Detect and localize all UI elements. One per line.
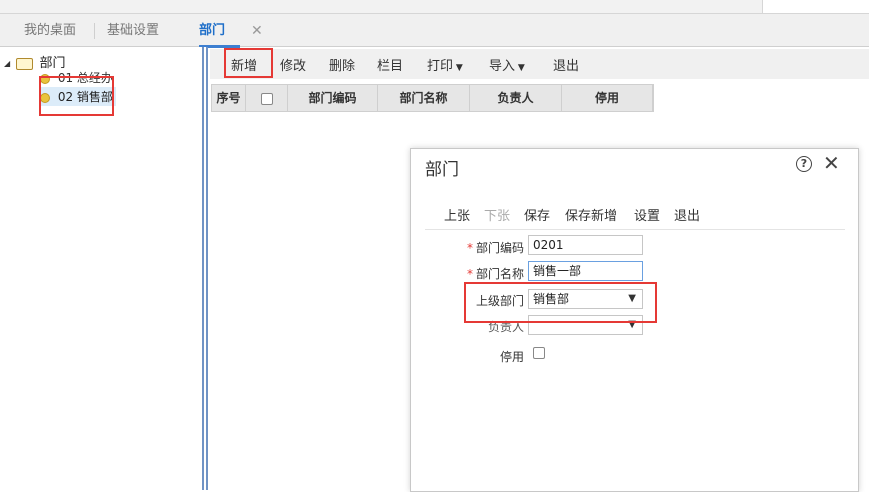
- prev-record-button[interactable]: 上张: [444, 205, 470, 224]
- dialog-divider: [425, 229, 845, 230]
- tab-desktop[interactable]: 我的桌面: [24, 14, 76, 46]
- disabled-checkbox[interactable]: [533, 347, 545, 359]
- exit-button[interactable]: 退出: [553, 55, 579, 74]
- expand-arrow-icon[interactable]: ◢: [4, 59, 10, 68]
- print-label: 打印: [427, 59, 454, 74]
- main-toolbar: 新增 修改 删除 栏目 打印 ▼ 导入 ▼ 退出: [210, 49, 869, 79]
- top-strip-right: [762, 0, 869, 14]
- top-strip-left: [0, 0, 762, 14]
- import-label: 导入: [489, 59, 516, 74]
- col-header-disabled[interactable]: 停用: [562, 85, 653, 111]
- panel-splitter[interactable]: [202, 47, 208, 490]
- chevron-down-icon: ▼: [453, 63, 463, 73]
- close-icon[interactable]: ✕: [823, 151, 840, 175]
- select-all-checkbox[interactable]: [260, 92, 273, 105]
- col-header-name[interactable]: 部门名称: [378, 85, 470, 111]
- code-field[interactable]: 0201: [528, 235, 643, 255]
- name-label-text: 部门名称: [475, 267, 524, 281]
- delete-button[interactable]: 删除: [329, 55, 355, 74]
- help-icon[interactable]: ?: [796, 156, 812, 172]
- dialog-title: 部门: [425, 160, 459, 180]
- required-mark: *: [466, 241, 473, 255]
- highlight-box-add: [224, 48, 273, 78]
- tab-separator: [94, 23, 95, 39]
- next-record-button[interactable]: 下张: [484, 205, 510, 224]
- save-button[interactable]: 保存: [524, 205, 550, 224]
- col-header-select-all[interactable]: [246, 85, 288, 111]
- col-header-code[interactable]: 部门编码: [288, 85, 378, 111]
- edit-button[interactable]: 修改: [280, 55, 306, 74]
- code-label: * 部门编码: [461, 239, 524, 256]
- folder-icon: [16, 57, 34, 70]
- disabled-label: 停用: [499, 350, 524, 364]
- tab-department[interactable]: 部门: [199, 14, 241, 48]
- col-header-manager[interactable]: 负责人: [470, 85, 562, 111]
- tab-department-label: 部门: [199, 23, 226, 38]
- grid-header: 序号 部门编码 部门名称 负责人 停用: [211, 84, 654, 112]
- import-button[interactable]: 导入 ▼: [489, 55, 525, 74]
- tab-bar: 我的桌面 基础设置 部门: [0, 14, 869, 48]
- highlight-box-parent: [464, 282, 657, 323]
- save-new-button[interactable]: 保存新增: [565, 205, 617, 224]
- name-field[interactable]: 销售一部: [528, 261, 643, 281]
- chevron-down-icon: ▼: [515, 63, 525, 73]
- name-label: * 部门名称: [461, 265, 524, 282]
- tab-close-icon[interactable]: ✕: [251, 14, 263, 46]
- columns-button[interactable]: 栏目: [377, 55, 403, 74]
- tab-basic-settings[interactable]: 基础设置: [107, 14, 159, 46]
- required-mark: *: [466, 267, 473, 281]
- code-label-text: 部门编码: [475, 241, 524, 255]
- print-button[interactable]: 打印 ▼: [427, 55, 463, 74]
- highlight-box-tree: [39, 76, 114, 116]
- dialog-exit-button[interactable]: 退出: [674, 205, 700, 224]
- col-header-index[interactable]: 序号: [212, 85, 246, 111]
- settings-button[interactable]: 设置: [634, 205, 660, 224]
- top-strip: [0, 0, 869, 14]
